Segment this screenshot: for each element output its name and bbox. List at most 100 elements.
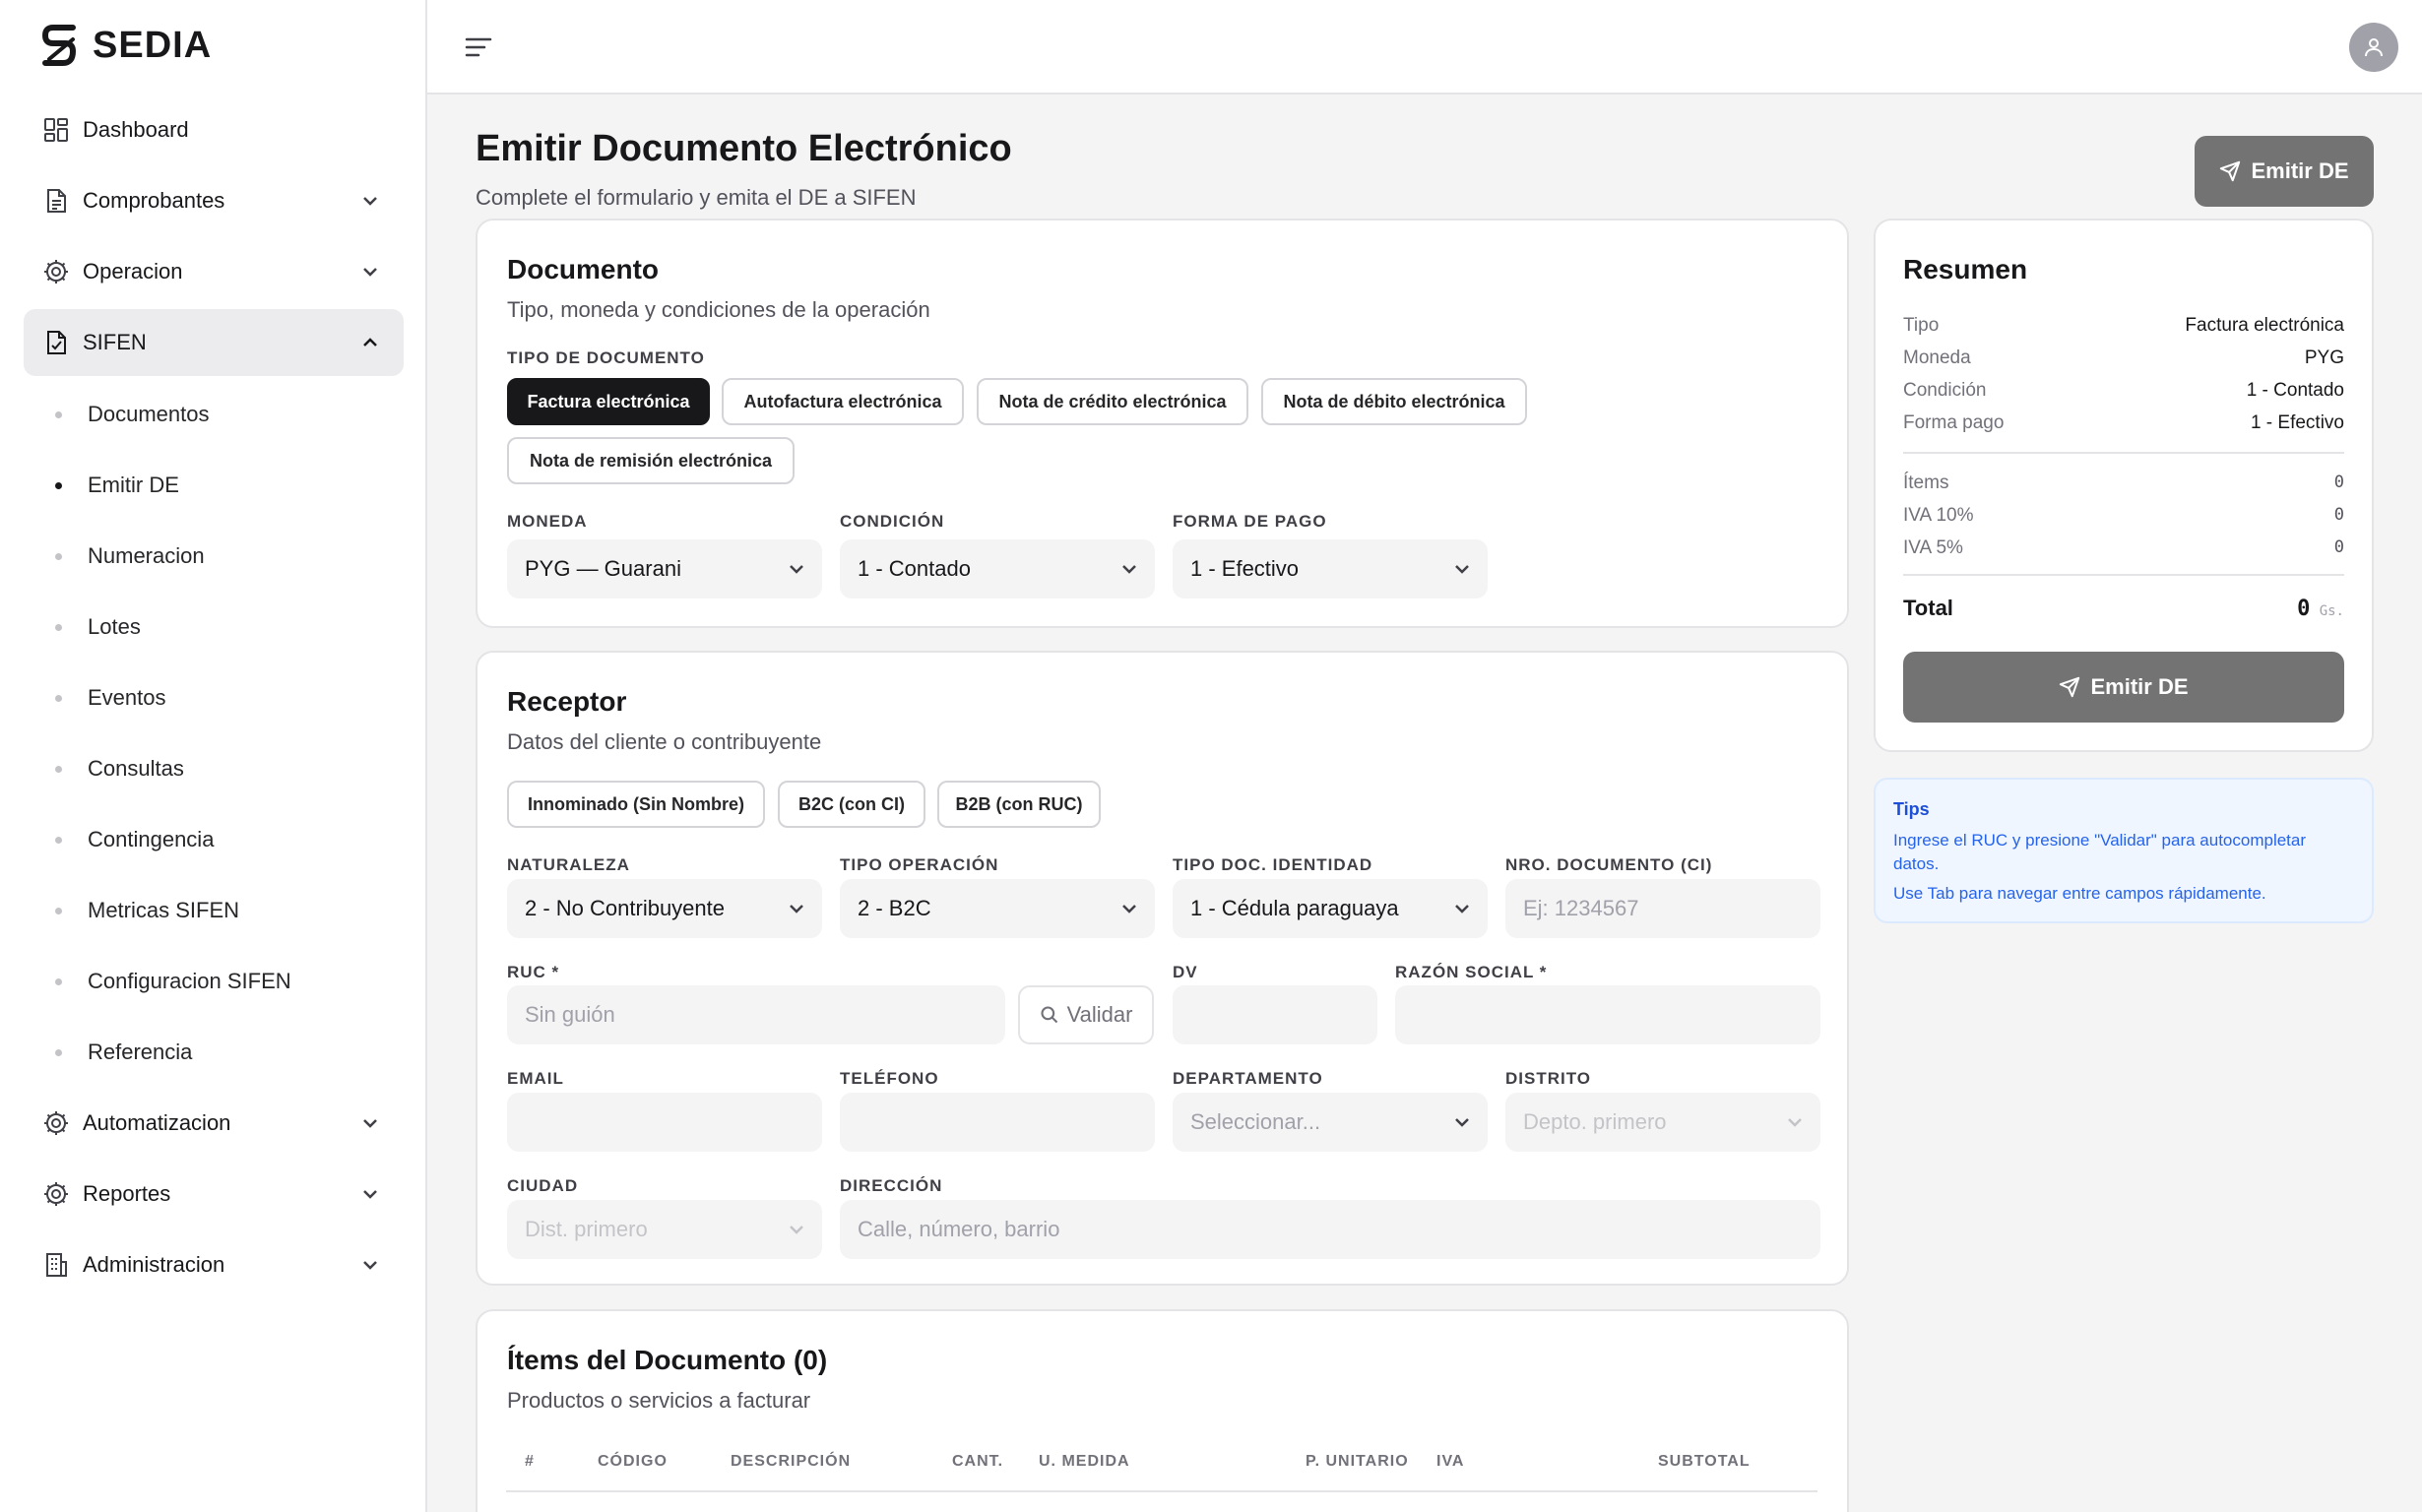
departamento-select[interactable]: Seleccionar... [1173, 1093, 1488, 1152]
ciudad-placeholder: Dist. primero [525, 1217, 648, 1241]
moneda-select[interactable]: PYG — Guarani [507, 539, 822, 598]
tipo-documento-label: TIPO DE DOCUMENTO [507, 348, 705, 367]
email-label: EMAIL [507, 1069, 564, 1088]
summary-value: 1 - Efectivo [2250, 412, 2344, 433]
sidebar-sub-consultas[interactable]: Consultas [55, 741, 390, 796]
distrito-select[interactable]: Depto. primero [1505, 1093, 1820, 1152]
bullet-dot [55, 1048, 62, 1056]
naturaleza-label: NATURALEZA [507, 855, 630, 874]
moneda-value: PYG — Guarani [525, 556, 681, 581]
sidebar: SEDIA Dashboard Comprobantes Operacion S… [0, 0, 427, 1512]
chevron-down-icon [1455, 905, 1469, 914]
summary-emit-de-button[interactable]: Emitir DE [1903, 652, 2344, 723]
bullet-dot [55, 552, 62, 560]
sidebar-sub-metricas-sifen[interactable]: Metricas SIFEN [55, 883, 390, 938]
chevron-down-icon [363, 197, 377, 206]
tipo-nota-remision-chip[interactable]: Nota de remisión electrónica [507, 437, 795, 484]
moneda-label: MONEDA [507, 512, 588, 531]
documento-title: Documento [507, 254, 659, 284]
summary-row: Moneda PYG [1903, 347, 2344, 369]
receptor-title: Receptor [507, 686, 627, 717]
receptor-innominado-chip[interactable]: Innominado (Sin Nombre) [507, 781, 765, 828]
razon-social-label: RAZÓN SOCIAL * [1395, 963, 1548, 981]
avatar[interactable] [2349, 23, 2398, 72]
validar-button[interactable]: Validar [1018, 985, 1154, 1044]
summary-key: Tipo [1903, 315, 1940, 336]
summary-value: PYG [2304, 347, 2344, 368]
emit-de-button[interactable]: Emitir DE [2195, 136, 2374, 207]
forma-pago-select[interactable]: 1 - Efectivo [1173, 539, 1488, 598]
departamento-label: DEPARTAMENTO [1173, 1069, 1323, 1088]
naturaleza-value: 2 - No Contribuyente [525, 896, 725, 920]
brand[interactable]: SEDIA [39, 22, 212, 69]
nro-doc-placeholder: Ej: 1234567 [1523, 896, 1639, 920]
sidebar-item-comprobantes[interactable]: Comprobantes [24, 167, 404, 234]
sidebar-sub-emitir-de[interactable]: Emitir DE [55, 458, 390, 513]
distrito-label: DISTRITO [1505, 1069, 1592, 1088]
send-icon [2060, 676, 2080, 698]
receptor-b2c-chip[interactable]: B2C (con CI) [778, 781, 925, 828]
naturaleza-select[interactable]: 2 - No Contribuyente [507, 879, 822, 938]
sidebar-item-sifen[interactable]: SIFEN [24, 309, 404, 376]
tipo-operacion-select[interactable]: 2 - B2C [840, 879, 1155, 938]
sidebar-sub-referencia[interactable]: Referencia [55, 1025, 390, 1080]
nro-doc-input[interactable]: Ej: 1234567 [1505, 879, 1820, 938]
column-header: P. UNITARIO [1306, 1453, 1409, 1470]
condicion-label: CONDICIÓN [840, 512, 945, 531]
ruc-label: RUC * [507, 963, 560, 981]
direccion-placeholder: Calle, número, barrio [858, 1217, 1060, 1241]
tipo-doc-label: TIPO DOC. IDENTIDAD [1173, 855, 1373, 874]
sidebar-item-reportes[interactable]: Reportes [24, 1161, 404, 1228]
sidebar-item-automatizacion[interactable]: Automatizacion [24, 1090, 404, 1157]
condicion-select[interactable]: 1 - Contado [840, 539, 1155, 598]
column-header: CANT. [952, 1453, 1004, 1470]
sidebar-sub-documentos[interactable]: Documentos [55, 387, 390, 442]
razon-social-input[interactable] [1395, 985, 1820, 1044]
chevron-down-icon [1455, 565, 1469, 574]
sidebar-item-label: Operacion [83, 259, 183, 284]
summary-key: Forma pago [1903, 412, 2005, 433]
sidebar-item-operacion[interactable]: Operacion [24, 238, 404, 305]
emit-de-label: Emitir DE [2251, 158, 2349, 183]
menu-icon[interactable] [463, 32, 494, 63]
telefono-field[interactable] [840, 1093, 1155, 1152]
sidebar-sub-contingencia[interactable]: Contingencia [55, 812, 390, 867]
sidebar-sub-label: Metricas SIFEN [88, 898, 240, 922]
gear-icon [41, 1108, 71, 1138]
chevron-down-icon [790, 1226, 803, 1234]
chevron-down-icon [1788, 1118, 1802, 1127]
direccion-input[interactable]: Calle, número, barrio [840, 1200, 1820, 1259]
ciudad-label: CIUDAD [507, 1176, 579, 1195]
tips-title: Tips [1893, 799, 1930, 819]
tipo-doc-select[interactable]: 1 - Cédula paraguaya [1173, 879, 1488, 938]
sidebar-item-dashboard[interactable]: Dashboard [24, 96, 404, 163]
sidebar-item-label: Reportes [83, 1181, 171, 1206]
ruc-input[interactable]: Sin guión [507, 985, 1005, 1044]
send-icon [2220, 160, 2241, 182]
sedia-logo-icon [41, 25, 77, 66]
sidebar-sub-eventos[interactable]: Eventos [55, 670, 390, 725]
ciudad-select[interactable]: Dist. primero [507, 1200, 822, 1259]
documento-subtitle: Tipo, moneda y condiciones de la operaci… [507, 297, 930, 322]
tipo-nota-credito-chip[interactable]: Nota de crédito electrónica [977, 378, 1248, 425]
tipo-autofactura-chip[interactable]: Autofactura electrónica [722, 378, 964, 425]
sidebar-sub-lotes[interactable]: Lotes [55, 599, 390, 655]
chevron-down-icon [790, 565, 803, 574]
items-title: Ítems del Documento (0) [507, 1345, 828, 1375]
sidebar-sub-configuracion-sifen[interactable]: Configuracion SIFEN [55, 954, 390, 1009]
receptor-b2b-chip[interactable]: B2B (con RUC) [937, 781, 1101, 828]
tipo-nota-debito-chip[interactable]: Nota de débito electrónica [1261, 378, 1527, 425]
gear-icon [41, 257, 71, 286]
dv-label: DV [1173, 963, 1198, 981]
sidebar-item-administracion[interactable]: Administracion [24, 1231, 404, 1298]
email-field[interactable] [507, 1093, 822, 1152]
sidebar-sub-numeracion[interactable]: Numeracion [55, 529, 390, 584]
bullet-dot [55, 410, 62, 418]
tipo-factura-chip[interactable]: Factura electrónica [507, 378, 710, 425]
dv-input[interactable] [1173, 985, 1377, 1044]
chevron-down-icon [1122, 905, 1136, 914]
chevron-down-icon [363, 1261, 377, 1270]
summary-key: IVA 10% [1903, 505, 1974, 526]
total-value: 0 [2297, 597, 2311, 621]
departamento-placeholder: Seleccionar... [1190, 1109, 1321, 1134]
